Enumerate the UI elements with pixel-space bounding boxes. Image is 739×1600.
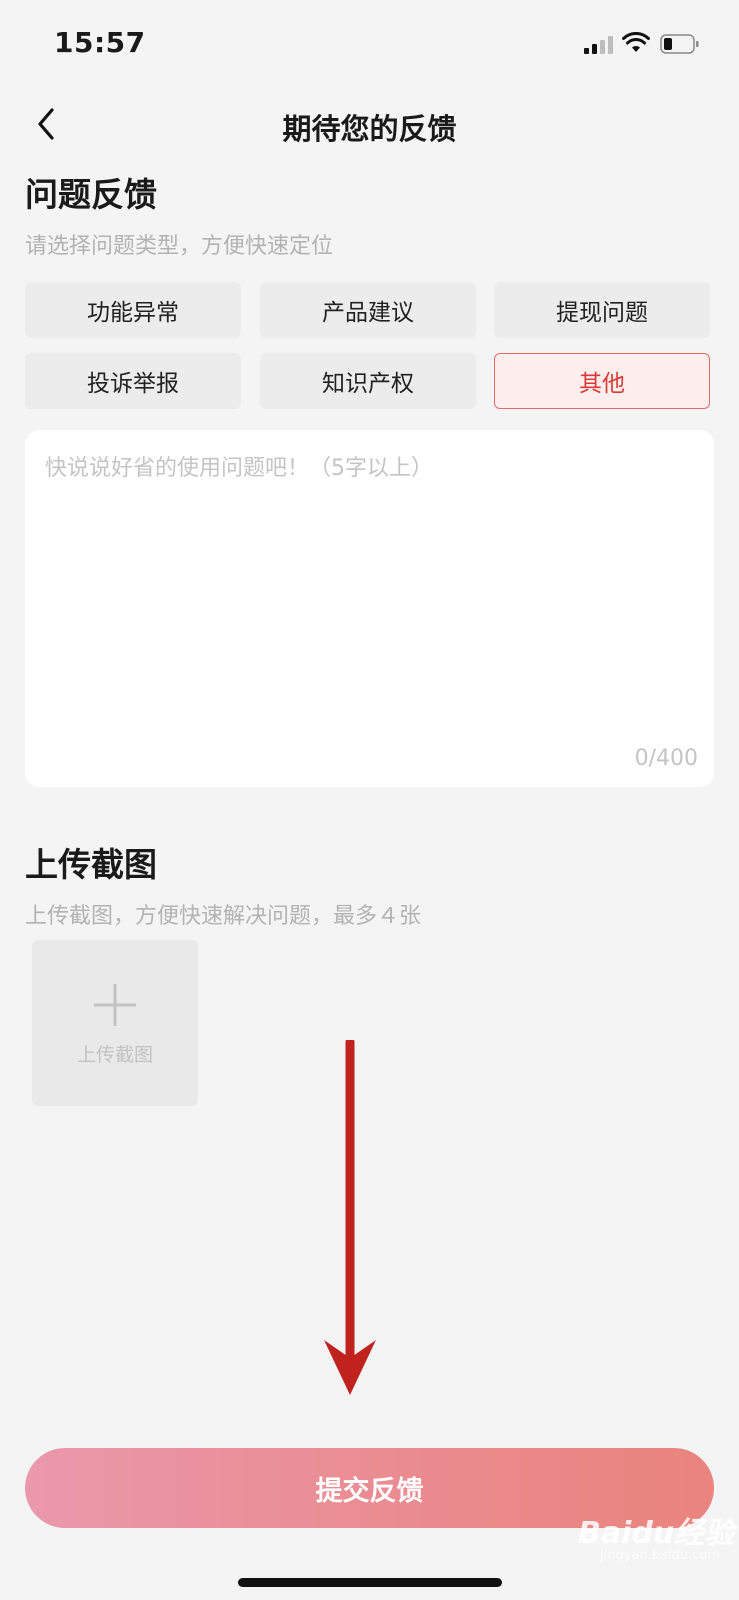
- nav-bar: 期待您的反馈: [0, 90, 739, 160]
- plus-icon: [94, 984, 136, 1026]
- upload-box-label: 上传截图: [76, 1044, 153, 1066]
- category-product-suggestion[interactable]: 产品建议: [260, 282, 476, 338]
- category-function-error[interactable]: 功能异常: [25, 282, 241, 338]
- feedback-textarea[interactable]: [43, 448, 697, 722]
- category-other[interactable]: 其他: [494, 353, 710, 409]
- category-intellectual-property[interactable]: 知识产权: [260, 353, 476, 409]
- upload-section-subtitle: 上传截图，方便快速解决问题，最多４张: [25, 904, 422, 929]
- down-arrow-annotation-icon: [324, 1040, 376, 1395]
- wifi-icon: [622, 32, 650, 52]
- upload-screenshot-button[interactable]: 上传截图: [32, 940, 198, 1106]
- battery-icon: [660, 34, 699, 54]
- category-complaint-report[interactable]: 投诉举报: [25, 353, 241, 409]
- char-counter: 0/400: [634, 746, 698, 771]
- feedback-page: 15:57 期待您的反馈 问题反馈 请选择问题类型，方便快速定位 功能异常 产品…: [0, 0, 739, 1600]
- cellular-signal-icon: [584, 36, 614, 54]
- feedback-section-subtitle: 请选择问题类型，方便快速定位: [25, 234, 334, 259]
- feedback-text-card: 0/400: [25, 430, 714, 787]
- upload-section-title: 上传截图: [25, 845, 157, 884]
- feedback-section-title: 问题反馈: [25, 175, 157, 214]
- category-withdrawal-issue[interactable]: 提现问题: [494, 282, 710, 338]
- status-bar: 15:57: [0, 0, 739, 90]
- home-indicator[interactable]: [238, 1578, 502, 1587]
- baidu-watermark: Baidu经验: [578, 1516, 735, 1551]
- page-title: 期待您的反馈: [282, 112, 457, 146]
- baidu-watermark-url: jingyan.baidu.com: [600, 1548, 720, 1563]
- status-time: 15:57: [54, 26, 146, 59]
